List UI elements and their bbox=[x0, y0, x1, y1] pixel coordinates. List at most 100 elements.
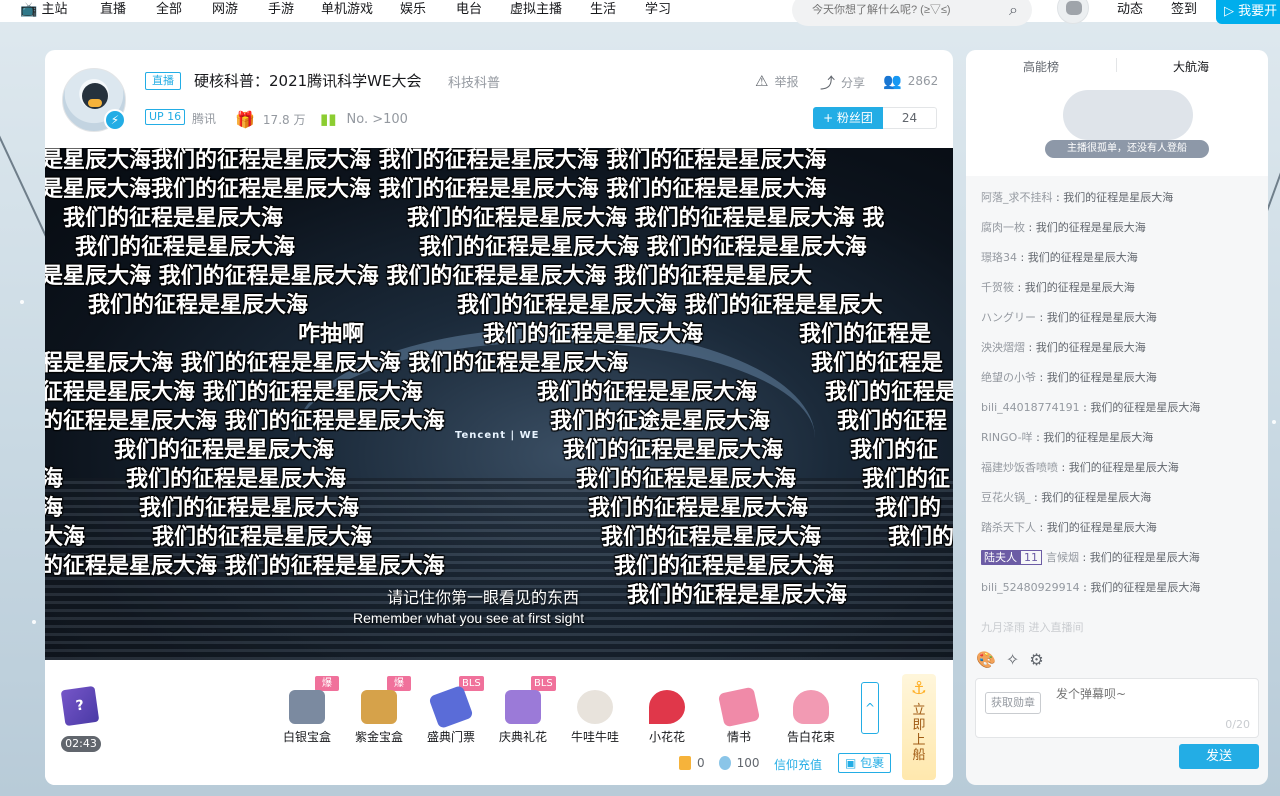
chat-message[interactable]: 璟珞34 : 我们的征程是星辰大海 bbox=[966, 242, 1268, 272]
danmaku-item: 我们的征程是星辰大海 bbox=[563, 438, 784, 463]
countdown-timer: 02:43 bbox=[61, 736, 101, 752]
nav-study[interactable]: 学习 bbox=[645, 0, 671, 20]
danmaku-item: 我们的征程是星辰大海 bbox=[601, 525, 822, 550]
chat-message[interactable]: ハングリー : 我们的征程是星辰大海 bbox=[966, 302, 1268, 332]
chat-message[interactable]: 绝望の小爷 : 我们的征程是星辰大海 bbox=[966, 362, 1268, 392]
cow-icon bbox=[577, 690, 613, 724]
chat-message[interactable]: 踏杀天下人 : 我们的征程是星辰大海 bbox=[966, 512, 1268, 542]
nav-main-site[interactable]: 📺 主站 bbox=[20, 0, 67, 20]
chat-message[interactable]: 千贺筱 : 我们的征程是星辰大海 bbox=[966, 272, 1268, 302]
share-button[interactable]: ⤴ 分享 bbox=[820, 72, 865, 93]
get-medal-button[interactable]: 获取勋章 bbox=[985, 692, 1041, 714]
streamer-name[interactable]: 腾讯 bbox=[192, 110, 216, 127]
live-tag: 直播 bbox=[145, 72, 181, 90]
nav-dynamics[interactable]: 动态 bbox=[1117, 0, 1143, 20]
nav-life[interactable]: 生活 bbox=[590, 0, 616, 20]
up-level-tag: UP 16 bbox=[145, 109, 186, 125]
chat-message[interactable]: 陆夫人 11 言候烟 : 我们的征程是星辰大海 bbox=[966, 542, 1268, 572]
chat-tools: 🎨 ✧ ⚙ bbox=[976, 650, 1044, 669]
tv-icon: 📺 bbox=[20, 2, 38, 18]
chat-message[interactable]: 泱泱熠熠 : 我们的征程是星辰大海 bbox=[966, 332, 1268, 362]
nav-online-games[interactable]: 网游 bbox=[212, 0, 238, 20]
fan-medal[interactable]: 陆夫人 bbox=[981, 549, 1020, 565]
danmaku-input[interactable] bbox=[1056, 687, 1246, 701]
puzzle-icon[interactable]: ✧ bbox=[1006, 650, 1019, 669]
danmaku-item: 我们的征程 bbox=[837, 409, 948, 434]
gift-love-letter[interactable]: 情书 bbox=[707, 686, 771, 745]
user-avatar[interactable] bbox=[1057, 0, 1089, 24]
room-area-link[interactable]: 科技科普 bbox=[448, 72, 500, 91]
fan-club-button[interactable]: + 粉丝团 bbox=[813, 107, 883, 129]
danmaku-item: 我们的征程是星辰大海 bbox=[88, 293, 309, 318]
silver-seed-icon bbox=[718, 756, 731, 770]
board-ship-button[interactable]: ⚓ 立即上船 bbox=[902, 674, 936, 780]
search-icon[interactable]: ⌕ bbox=[1009, 0, 1018, 20]
danmaku-item: 我们的征途是星辰大海 bbox=[550, 409, 771, 434]
quiz-card-icon[interactable]: ? bbox=[60, 685, 100, 727]
rank-section: 高能榜 大航海 主播很孤单，还没有人登船 bbox=[966, 50, 1268, 176]
fan-club-count: 24 bbox=[883, 107, 937, 129]
subtitle-chinese: 请记住你第一眼看见的东西 bbox=[387, 588, 580, 607]
danmaku-item: 我们的征程是 bbox=[825, 380, 953, 405]
palette-icon[interactable]: 🎨 bbox=[976, 650, 996, 669]
gift-bouquet[interactable]: 告白花束 bbox=[779, 690, 843, 745]
danmaku-item: 我们的 bbox=[888, 525, 953, 550]
gift-gold-box[interactable]: 爆奖 紫金宝盒 bbox=[347, 676, 411, 745]
nav-single-games[interactable]: 单机游戏 bbox=[321, 0, 373, 20]
video-player[interactable]: Tencent | WE 是星辰大海我们的征程是星辰大海 我们的征程是星辰大海 … bbox=[45, 148, 953, 660]
snowflake bbox=[1272, 420, 1276, 424]
send-button[interactable]: 发送 bbox=[1179, 744, 1259, 769]
tab-guard[interactable]: 大航海 bbox=[1173, 58, 1209, 75]
cloud-illustration bbox=[1063, 90, 1193, 140]
gift-badge: 爆奖 bbox=[387, 676, 411, 704]
tab-energy-rank[interactable]: 高能榜 bbox=[1023, 58, 1059, 75]
danmaku-item: 我们的征程是星辰大海 bbox=[114, 438, 335, 463]
gold-balance: 0 100 bbox=[679, 756, 760, 770]
nav-entertainment[interactable]: 娱乐 bbox=[400, 0, 426, 20]
danmaku-item: 我们的征程是星辰大海 bbox=[483, 322, 704, 347]
gift-fireworks[interactable]: BLS 庆典礼花 bbox=[491, 676, 556, 745]
stage-logo: Tencent | WE bbox=[455, 430, 540, 441]
nav-radio[interactable]: 电台 bbox=[456, 0, 482, 20]
danmaku-settings-icon[interactable]: ⚙ bbox=[1029, 650, 1043, 669]
gift-silver-box[interactable]: 爆奖 白银宝盒 bbox=[275, 676, 339, 745]
gift-flower[interactable]: 小花花 bbox=[635, 690, 699, 745]
users-icon: 👥 bbox=[883, 72, 902, 90]
chat-message[interactable]: RINGO-咩 : 我们的征程是星辰大海 bbox=[966, 422, 1268, 452]
nav-mobile-games[interactable]: 手游 bbox=[268, 0, 294, 20]
danmaku-item: 海 bbox=[45, 496, 64, 521]
danmaku-item: 我们的征程是 bbox=[799, 322, 932, 347]
nav-live[interactable]: 直播 bbox=[100, 0, 126, 20]
danmaku-item: 我们的征程是星辰大海 我们的征程是星辰大 bbox=[457, 293, 883, 318]
gift-ticket[interactable]: BLS 盛典门票 bbox=[419, 676, 484, 745]
recharge-link[interactable]: 信仰充值 bbox=[774, 756, 822, 773]
snowflake bbox=[20, 300, 24, 304]
bag-icon: ▣ bbox=[845, 756, 857, 770]
chat-message[interactable]: 福建炒饭香喷喷 : 我们的征程是星辰大海 bbox=[966, 452, 1268, 482]
anchor-icon: ⚓ bbox=[910, 678, 928, 699]
subtitle-english: Remember what you see at first sight bbox=[353, 610, 585, 626]
nav-all[interactable]: 全部 bbox=[156, 0, 182, 20]
danmaku-item: 我们的征程是星辰大海 我们的征程是星辰大海 我 bbox=[407, 206, 885, 231]
live-room-card: ⚡ 直播 硬核科普：2021腾讯科学WE大会 科技科普 UP 16 腾讯 🎁 1… bbox=[45, 50, 953, 785]
danmaku-item: 我们的征程是星辰大海 bbox=[576, 467, 797, 492]
danmaku-item: 我们的征程是星辰大海 bbox=[537, 380, 758, 405]
start-live-button[interactable]: ▷ 我要开 bbox=[1216, 0, 1280, 24]
chat-message[interactable]: bili_44018774191 : 我们的征程是星辰大海 bbox=[966, 392, 1268, 422]
danmaku-item: 是星辰大海 我们的征程是星辰大海 我们的征程是星辰大海 我们的征程是星辰大 bbox=[45, 264, 812, 289]
rank-info[interactable]: ▮▮ No. >100 bbox=[320, 110, 408, 128]
chat-message[interactable]: 豆花火锅_ : 我们的征程是星辰大海 bbox=[966, 482, 1268, 512]
nav-signin[interactable]: 签到 bbox=[1171, 0, 1197, 20]
gift-cow[interactable]: 牛哇牛哇 bbox=[563, 690, 627, 745]
report-button[interactable]: ⚠ 举报 bbox=[755, 72, 798, 90]
expand-gifts-button[interactable]: ^ bbox=[861, 682, 879, 734]
backpack-button[interactable]: ▣ 包裹 bbox=[838, 753, 892, 773]
play-icon: ▷ bbox=[1224, 4, 1234, 19]
danmaku-item: 程是星辰大海 我们的征程是星辰大海 我们的征程是星辰大海 bbox=[45, 351, 629, 376]
search-input[interactable] bbox=[812, 4, 992, 16]
nav-virtual[interactable]: 虚拟主播 bbox=[510, 0, 562, 20]
chat-message[interactable]: bili_52480929914 : 我们的征程是星辰大海 bbox=[966, 572, 1268, 602]
letter-icon bbox=[717, 686, 761, 728]
chat-message[interactable]: 阿落_求不挂科 : 我们的征程是星辰大海 bbox=[966, 182, 1268, 212]
chat-message[interactable]: 腐肉一枚 : 我们的征程是星辰大海 bbox=[966, 212, 1268, 242]
